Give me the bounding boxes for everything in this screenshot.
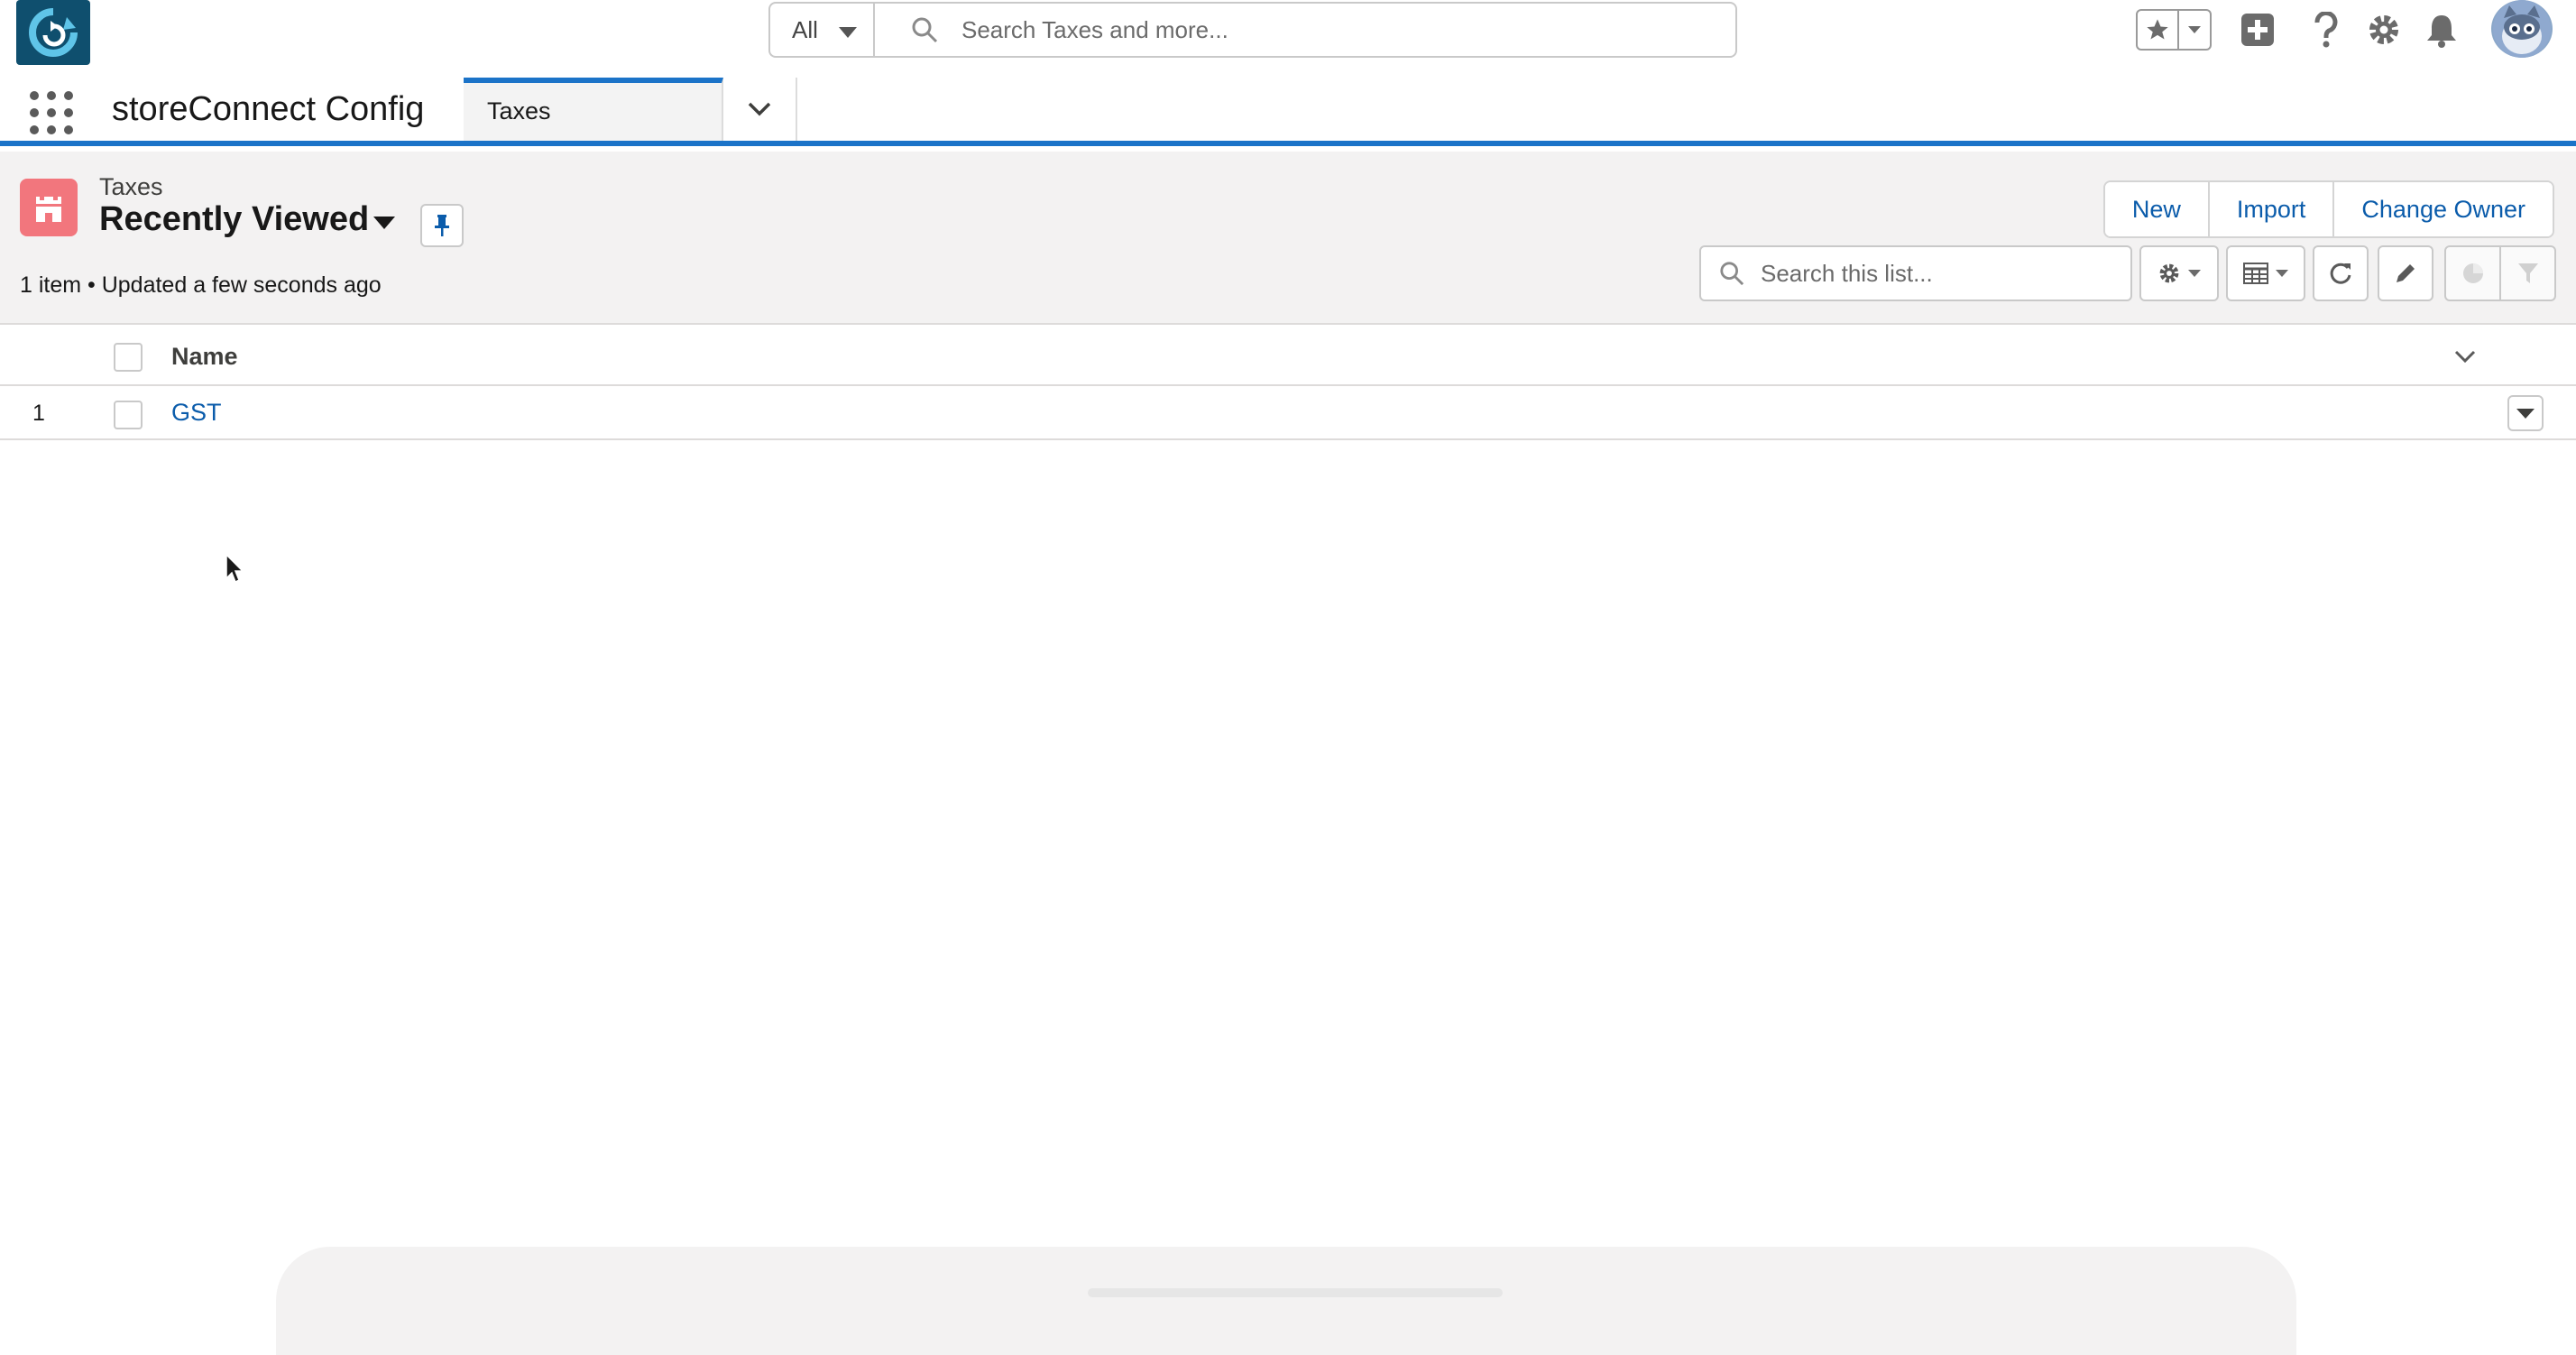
avatar-icon (2493, 0, 2551, 58)
app-launcher-icon[interactable] (29, 90, 74, 135)
global-search[interactable] (873, 2, 1737, 58)
refresh-icon (2330, 263, 2351, 284)
new-button[interactable]: New (2104, 182, 2210, 236)
favorites-button[interactable] (2138, 11, 2179, 49)
display-as-button[interactable] (2226, 245, 2305, 301)
table-header-row: Name (0, 327, 2576, 386)
chevron-down-icon (2454, 350, 2476, 363)
list-settings-button[interactable] (2139, 245, 2219, 301)
record-link[interactable]: GST (171, 399, 222, 427)
list-view-header: Taxes Recently Viewed 1 item • Updated a… (0, 152, 2576, 325)
filter-icon (2517, 263, 2538, 283)
tax-castle-icon (20, 179, 78, 236)
bell-icon (2427, 15, 2456, 48)
search-icon (912, 17, 938, 43)
gear-icon (2369, 15, 2398, 44)
favorites-list-button[interactable] (2179, 11, 2210, 49)
notifications-button[interactable] (2421, 9, 2462, 51)
plus-icon (2241, 14, 2274, 46)
favorites-group (2136, 9, 2212, 51)
bottom-utility-panel (276, 1247, 2296, 1355)
pin-list-view-button[interactable] (420, 204, 464, 247)
list-view-title[interactable]: Recently Viewed (99, 200, 369, 239)
mouse-cursor-icon (225, 554, 244, 584)
setup-button[interactable] (2363, 9, 2405, 51)
table-row: 1 GST (0, 386, 2576, 440)
refresh-button[interactable] (2313, 245, 2369, 301)
tab-taxes[interactable]: Taxes (464, 78, 723, 141)
pin-icon (435, 215, 449, 236)
chevron-down-icon (748, 102, 771, 116)
inline-edit-button[interactable] (2378, 245, 2433, 301)
global-search-input[interactable] (960, 14, 1681, 45)
select-all-checkbox[interactable] (114, 343, 143, 372)
caret-down-icon (2188, 270, 2201, 277)
import-button[interactable]: Import (2209, 182, 2335, 236)
help-button[interactable] (2305, 9, 2347, 51)
pencil-icon (2397, 264, 2415, 282)
filter-button[interactable] (2501, 247, 2554, 300)
list-search-input[interactable] (1759, 258, 2120, 289)
help-icon (2314, 12, 2338, 48)
app-name: storeConnect Config (112, 90, 425, 128)
refresh-logo-icon (29, 8, 78, 57)
caret-down-icon (2276, 270, 2288, 277)
global-actions-button[interactable] (2237, 9, 2278, 51)
search-icon (1720, 262, 1744, 286)
star-icon (2147, 19, 2168, 40)
column-actions-button[interactable] (2452, 343, 2479, 370)
gear-icon (2159, 263, 2179, 283)
caret-down-icon (839, 27, 857, 38)
column-header-name[interactable]: Name (171, 343, 238, 371)
list-actions: New Import Change Owner (2102, 180, 2554, 238)
global-header: All (0, 0, 2576, 78)
change-owner-button[interactable]: Change Owner (2334, 182, 2553, 236)
list-view-meta: 1 item • Updated a few seconds ago (20, 272, 382, 298)
pie-chart-icon (2462, 263, 2483, 283)
search-scope-label: All (792, 15, 818, 43)
row-checkbox[interactable] (114, 401, 143, 429)
app-logo[interactable] (16, 0, 90, 65)
caret-down-icon (2188, 26, 2201, 33)
list-view-picker-caret-icon[interactable] (373, 217, 395, 229)
row-number: 1 (32, 401, 45, 426)
nav-tab-menu-button[interactable] (723, 78, 797, 141)
panel-handle[interactable] (1088, 1288, 1503, 1297)
user-avatar[interactable] (2491, 0, 2553, 58)
search-scope-dropdown[interactable]: All (768, 2, 875, 58)
show-charts-button[interactable] (2446, 247, 2501, 300)
caret-down-icon (2516, 408, 2535, 419)
list-view-table: Name 1 GST (0, 327, 2576, 440)
table-icon (2243, 263, 2268, 284)
object-label: Taxes (99, 173, 163, 200)
row-actions-button[interactable] (2507, 395, 2544, 431)
chart-filter-group (2444, 245, 2556, 301)
list-search[interactable] (1699, 245, 2132, 301)
app-navigation-bar: storeConnect Config Taxes (0, 78, 2576, 146)
